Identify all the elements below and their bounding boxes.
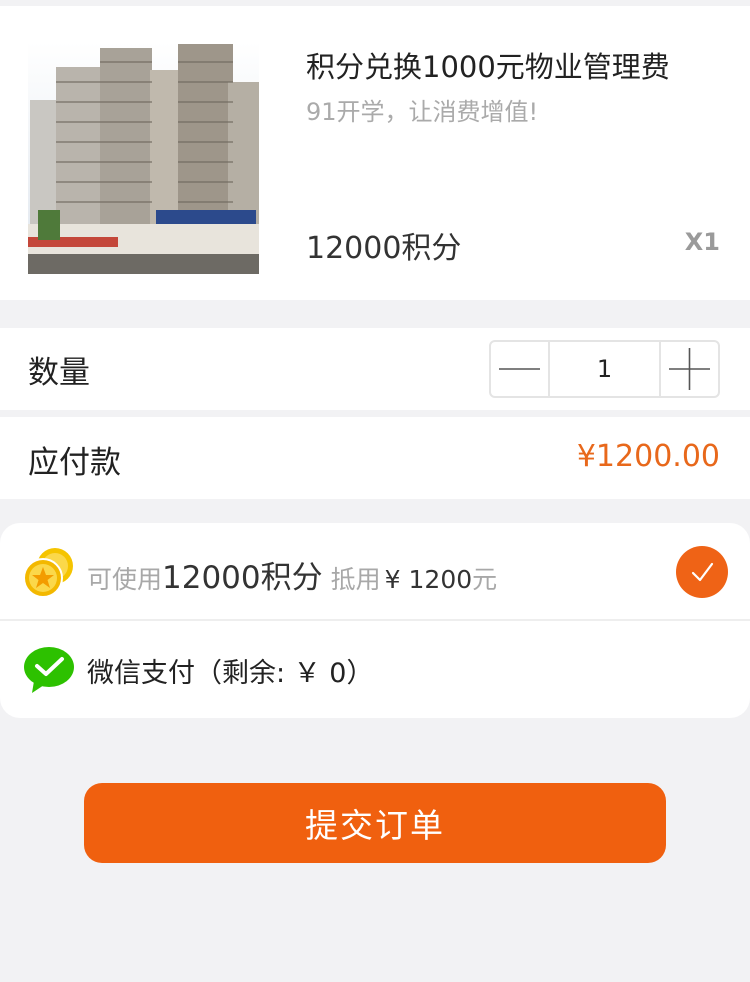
plus-icon: [669, 348, 710, 390]
points-checkbox[interactable]: [676, 546, 728, 598]
payment-options: 可使用 12000积分 抵用 ¥ 1200 元 微信支付（剩余: ￥ 0）: [0, 523, 750, 718]
submit-order-button[interactable]: 提交订单: [84, 783, 666, 863]
amount-payable-value: ¥1200.00: [576, 439, 720, 474]
quantity-stepper: 1: [489, 340, 720, 398]
wechat-payment-option[interactable]: 微信支付（剩余: ￥ 0）: [0, 621, 750, 718]
points-prefix: 可使用: [87, 565, 163, 594]
points-deduction-text: 可使用 12000积分 抵用 ¥ 1200 元: [87, 552, 497, 597]
available-points: 12000积分: [162, 560, 323, 596]
quantity-row: 数量 1: [0, 328, 750, 410]
product-image: [28, 42, 259, 274]
quantity-label: 数量: [28, 355, 90, 391]
deduct-unit: 元: [472, 565, 498, 594]
wechat-pay-label: 微信支付（剩余: ￥ 0）: [87, 658, 374, 689]
quantity-value[interactable]: 1: [550, 342, 659, 396]
checkmark-icon: [691, 562, 714, 582]
gold-coins-icon: [23, 548, 73, 598]
deduct-amount: ¥ 1200: [384, 565, 473, 594]
decrease-button[interactable]: [491, 342, 550, 396]
increase-button[interactable]: [659, 342, 718, 396]
deduct-label: 抵用: [330, 565, 381, 594]
points-payment-option[interactable]: 可使用 12000积分 抵用 ¥ 1200 元: [0, 523, 750, 621]
product-quantity-badge: X1: [684, 228, 720, 256]
product-subtitle: 91开学，让消费增值!: [306, 98, 539, 126]
product-title: 积分兑换1000元物业管理费: [306, 50, 670, 84]
minus-icon: [499, 368, 540, 370]
product-card: 积分兑换1000元物业管理费 91开学，让消费增值! 12000积分 X1: [0, 6, 750, 300]
amount-payable-row: 应付款 ¥1200.00: [0, 417, 750, 499]
amount-payable-label: 应付款: [28, 445, 121, 481]
product-points-price: 12000积分: [306, 231, 462, 266]
wechat-pay-icon: [24, 647, 74, 693]
